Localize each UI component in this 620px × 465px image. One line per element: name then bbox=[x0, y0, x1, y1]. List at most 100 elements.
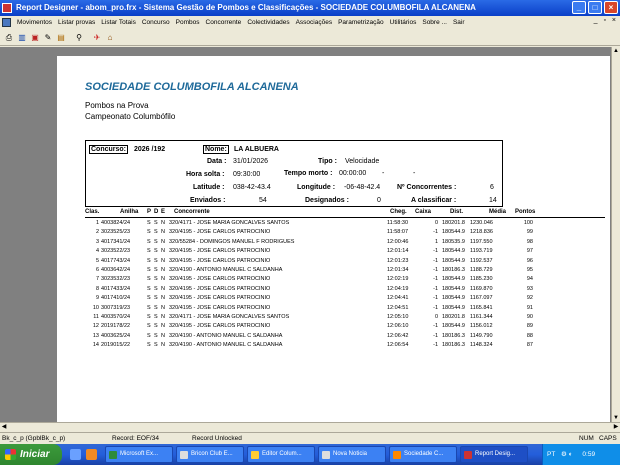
scroll-down-arrow-icon[interactable]: ▼ bbox=[612, 414, 620, 422]
longitude-value: -06-48-42.4 bbox=[344, 184, 381, 191]
col-concorrente: Concorrente bbox=[174, 209, 210, 215]
cell-d: S bbox=[154, 229, 158, 236]
close-button[interactable]: × bbox=[604, 1, 618, 14]
vertical-scrollbar[interactable]: ▲ ▼ bbox=[611, 47, 620, 422]
table-row: 6 4003642/24 S S N 320/4190 - ANTONIO MANUEL … bbox=[85, 266, 605, 275]
cell-media: 1156.012 bbox=[470, 323, 493, 330]
title-bar: Report Designer - abom_pro.frx - Sistema… bbox=[0, 0, 620, 16]
zoom-icon[interactable]: ▤ bbox=[55, 32, 67, 44]
menu-associacoes[interactable]: Associações bbox=[293, 19, 336, 26]
cell-e: N bbox=[161, 248, 165, 255]
task-nova-noticia[interactable]: Nova Noticia bbox=[318, 446, 386, 463]
a-classificar-value: 14 bbox=[489, 197, 497, 204]
task-label: Microsoft Ex... bbox=[120, 451, 159, 457]
table-row: 4 3023522/23 S S N 320/4195 - JOSE CARLOS PAT… bbox=[85, 247, 605, 256]
cell-e: N bbox=[161, 229, 165, 236]
data-value: 31/01/2026 bbox=[233, 158, 269, 165]
table-row: 13 4003625/24 S S N 320/4190 - ANTONIO MANUEL… bbox=[85, 332, 605, 341]
menu-movimentos[interactable]: Movimentos bbox=[14, 19, 55, 26]
task-label: Bricon Club E... bbox=[191, 451, 233, 457]
col-cheg: Cheg. bbox=[390, 209, 407, 215]
cell-cheg: 11:58:07 bbox=[387, 229, 409, 236]
mdi-window-controls[interactable]: _ ▫ × bbox=[594, 17, 618, 24]
cell-caixa: -1 bbox=[433, 276, 438, 283]
cell-clas: 3 bbox=[95, 238, 99, 245]
menu-concurso[interactable]: Concurso bbox=[139, 19, 173, 26]
designados-label: Designados : bbox=[305, 197, 349, 204]
task-report-designer[interactable]: Report Desig... bbox=[460, 446, 528, 463]
cell-pontos: 96 bbox=[526, 257, 533, 264]
cell-d: S bbox=[154, 304, 158, 311]
media-quicklaunch-icon[interactable] bbox=[86, 449, 97, 460]
menu-concorrente[interactable]: Concorrente bbox=[203, 19, 245, 26]
cell-conc: 320/55284 - DOMINGOS MANUEL F RODRIGUES bbox=[169, 238, 295, 245]
clock: 0:59 bbox=[582, 451, 596, 458]
cell-dist: 180544.9 bbox=[442, 229, 465, 236]
cell-media: 1193.719 bbox=[470, 248, 493, 255]
exit-icon[interactable]: ⌂ bbox=[104, 32, 116, 44]
cell-conc: 320/4195 - JOSE CARLOS PATROCINIO bbox=[169, 304, 271, 311]
cell-e: N bbox=[161, 276, 165, 283]
volume-icon[interactable]: ◐ bbox=[569, 451, 573, 458]
menu-bar: Movimentos Listar provas Listar Totais C… bbox=[0, 16, 620, 29]
cell-dist: 180544.9 bbox=[442, 276, 465, 283]
save-icon[interactable]: ▣ bbox=[29, 32, 41, 44]
cell-p: S bbox=[147, 220, 151, 226]
cell-p: S bbox=[147, 238, 151, 245]
search-icon[interactable]: ⚲ bbox=[73, 32, 85, 44]
start-button[interactable]: Iniciar bbox=[0, 444, 62, 465]
menu-parametrizacao[interactable]: Parametrização bbox=[335, 19, 387, 26]
menu-listar-totais[interactable]: Listar Totais bbox=[98, 19, 139, 26]
menu-pombos[interactable]: Pombos bbox=[173, 19, 203, 26]
cell-d: S bbox=[154, 238, 158, 245]
col-clas: Clas. bbox=[85, 209, 100, 215]
scroll-left-arrow-icon[interactable]: ◀ bbox=[0, 423, 8, 431]
tempo-morto-dash-2: - bbox=[413, 170, 416, 177]
menu-listar-provas[interactable]: Listar provas bbox=[55, 19, 98, 26]
cell-anilha: 4003642/24 bbox=[101, 267, 131, 273]
cell-caixa: -1 bbox=[433, 267, 438, 273]
horizontal-scrollbar[interactable]: ◀ ▶ bbox=[0, 422, 620, 431]
cell-cheg: 12:06:54 bbox=[387, 342, 409, 349]
cell-anilha: 3023522/23 bbox=[101, 248, 131, 255]
cell-dist: 180186.3 bbox=[442, 332, 465, 339]
cell-media: 1149.790 bbox=[470, 332, 493, 339]
pigeon-icon[interactable]: ✈ bbox=[91, 32, 103, 44]
status-bar: Bk_c_p (GpblBk_c_p) Record: EOF/34 Recor… bbox=[0, 432, 620, 444]
chart-icon[interactable]: ▥ bbox=[16, 32, 28, 44]
cell-pontos: 94 bbox=[526, 276, 533, 283]
task-editor[interactable]: Editor Colum... bbox=[247, 446, 315, 463]
cell-pontos: 98 bbox=[526, 238, 533, 245]
cell-d: S bbox=[154, 267, 158, 273]
mail-icon bbox=[322, 451, 330, 459]
cell-anilha: 3023532/23 bbox=[101, 276, 131, 283]
print-icon[interactable]: ⎙ bbox=[3, 32, 15, 44]
task-excel[interactable]: Microsoft Ex... bbox=[105, 446, 173, 463]
menu-colectividades[interactable]: Colectividades bbox=[244, 19, 292, 26]
tipo-value: Velocidade bbox=[345, 158, 380, 165]
concorrentes-value: 6 bbox=[490, 184, 494, 191]
report-subtitle-2: Campeonato Columbófilo bbox=[85, 112, 176, 121]
cell-pontos: 89 bbox=[526, 323, 533, 330]
menu-utilitarios[interactable]: Utilitários bbox=[387, 19, 420, 26]
edit-icon[interactable]: ✎ bbox=[42, 32, 54, 44]
tempo-morto-dash: - bbox=[382, 170, 385, 177]
cell-cheg: 12:05:10 bbox=[387, 314, 409, 320]
scroll-up-arrow-icon[interactable]: ▲ bbox=[612, 47, 620, 55]
network-icon[interactable]: ⚙ bbox=[561, 451, 567, 458]
menu-sobre[interactable]: Sobre ... bbox=[419, 19, 450, 26]
scroll-right-arrow-icon[interactable]: ▶ bbox=[612, 423, 620, 431]
table-row: 14 2019015/22 S S N 320/4190 - ANTONIO MANUEL… bbox=[85, 341, 605, 350]
task-sociedade[interactable]: Sociedade C... bbox=[389, 446, 457, 463]
cell-pontos: 95 bbox=[526, 267, 533, 273]
language-indicator[interactable]: PT bbox=[547, 451, 555, 458]
concurso-value: 2026 /192 bbox=[134, 146, 166, 153]
report-title: SOCIEDADE COLUMBOFILA ALCANENA bbox=[85, 81, 299, 93]
task-bricon[interactable]: Bricon Club E... bbox=[176, 446, 244, 463]
browser-icon bbox=[393, 451, 401, 459]
menu-sair[interactable]: Sair bbox=[450, 19, 468, 26]
minimize-button[interactable]: _ bbox=[572, 1, 586, 14]
browser-quicklaunch-icon[interactable] bbox=[70, 449, 81, 460]
cell-conc: 320/4190 - ANTONIO MANUEL C SALDANHA bbox=[169, 332, 283, 339]
maximize-button[interactable]: □ bbox=[588, 1, 602, 14]
